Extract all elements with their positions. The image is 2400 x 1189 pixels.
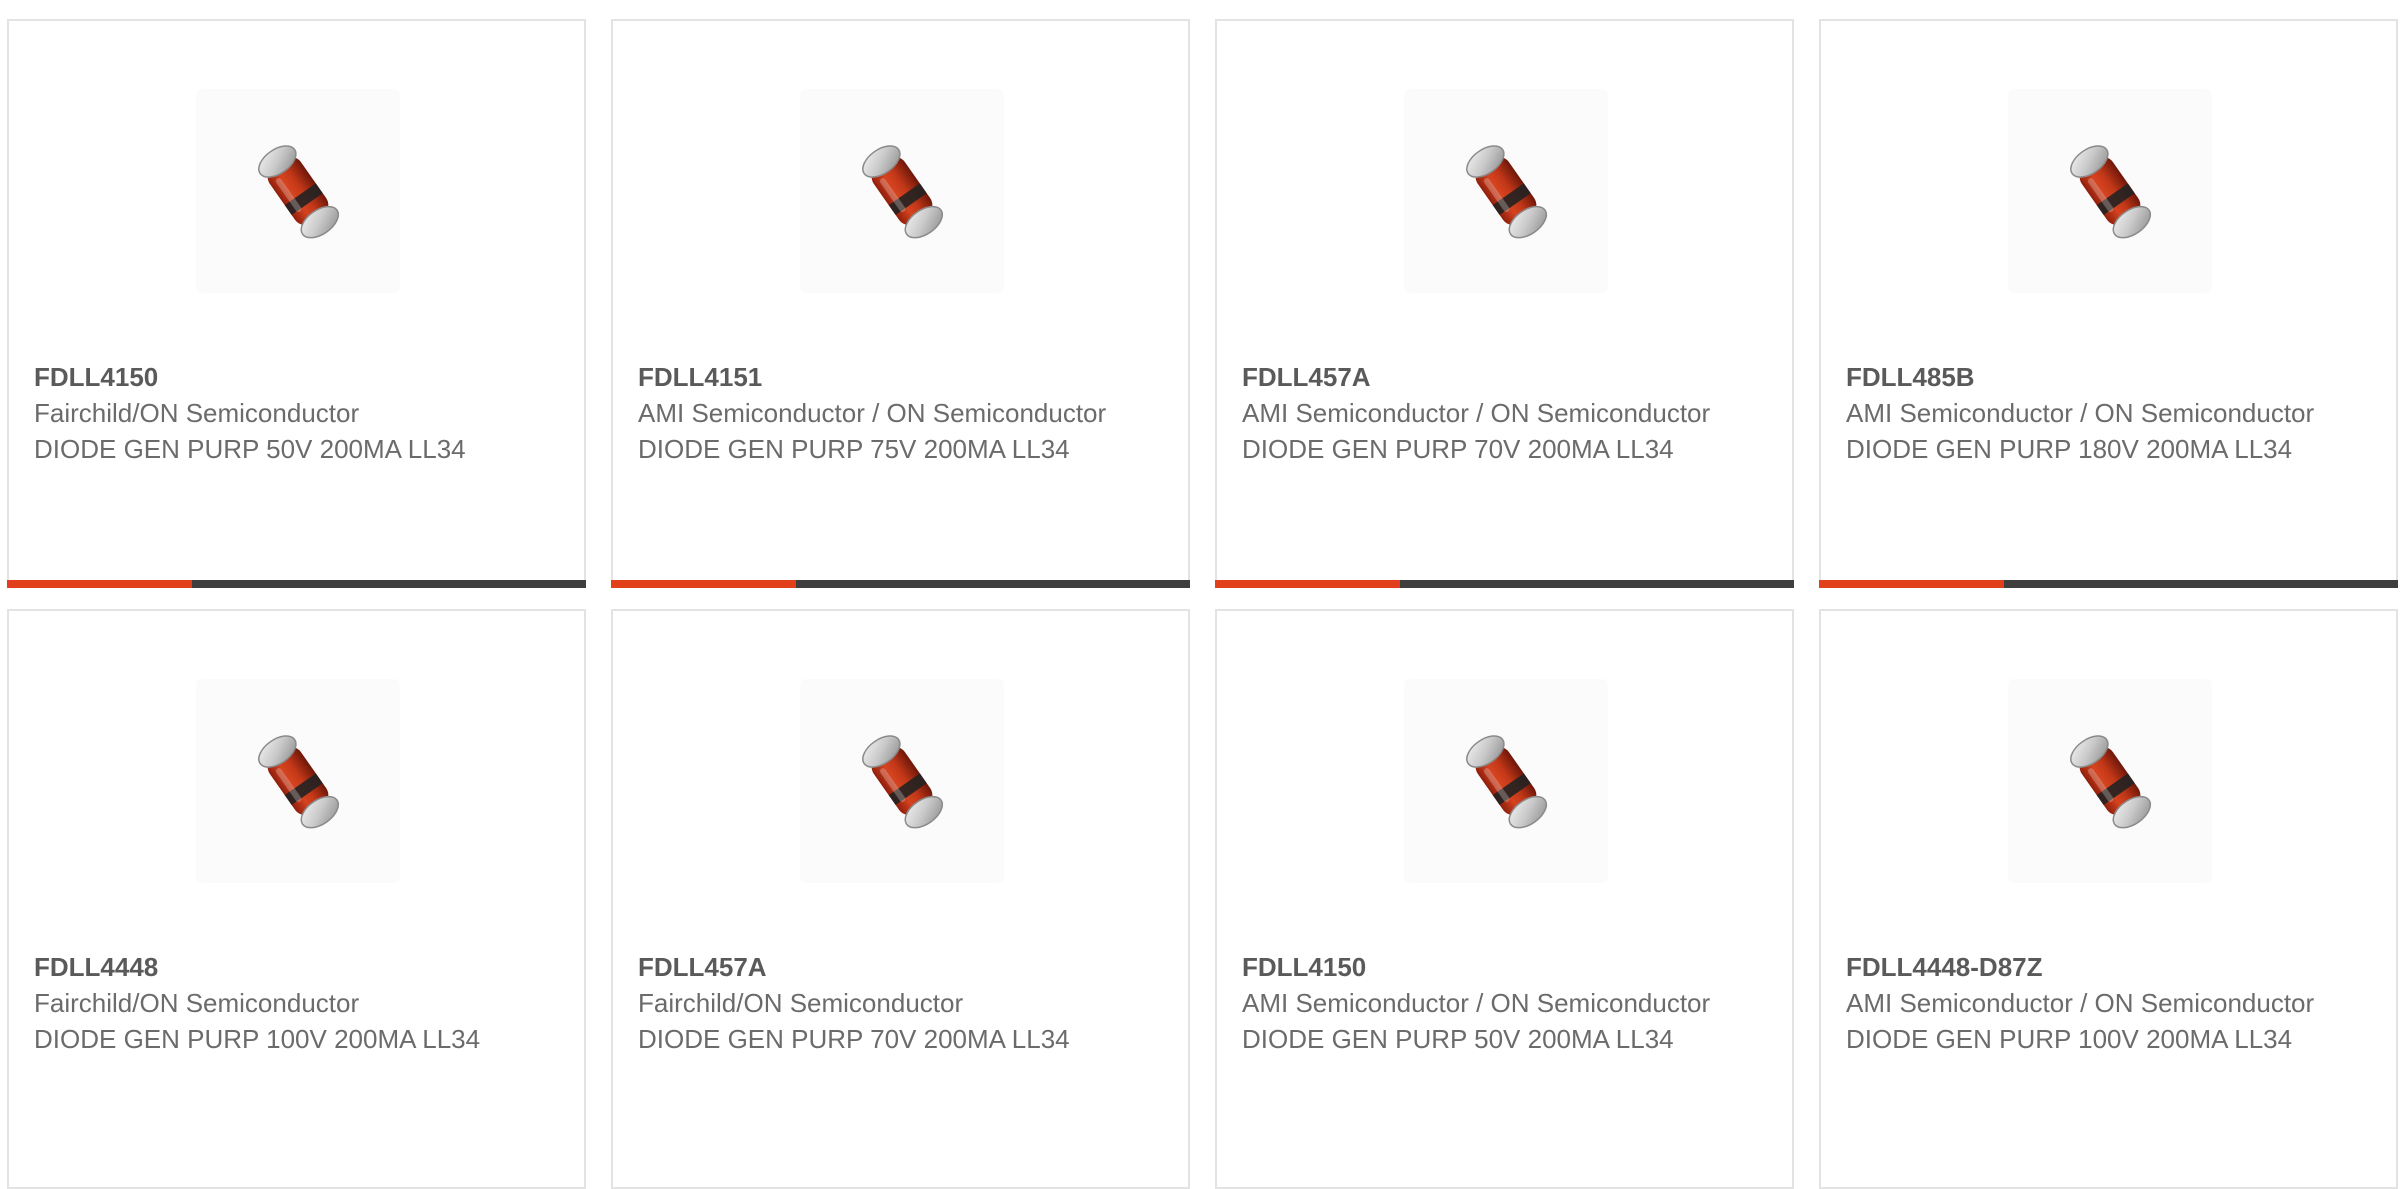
part-number[interactable]: FDLL4448-D87Z xyxy=(1846,952,2043,982)
description: DIODE GEN PURP 70V 200MA LL34 xyxy=(1242,434,1674,464)
product-card[interactable]: FDLL4448 Fairchild/ON Semiconductor DIOD… xyxy=(7,609,586,1189)
diode-ll34-icon[interactable] xyxy=(800,89,1004,293)
manufacturer: AMI Semiconductor / ON Semiconductor xyxy=(1846,988,2315,1018)
diode-ll34-icon[interactable] xyxy=(1404,89,1608,293)
manufacturer: Fairchild/ON Semiconductor xyxy=(34,988,360,1018)
manufacturer: AMI Semiconductor / ON Semiconductor xyxy=(1242,988,1711,1018)
diode-ll34-icon[interactable] xyxy=(800,679,1004,883)
description: DIODE GEN PURP 180V 200MA LL34 xyxy=(1846,434,2293,464)
part-number[interactable]: FDLL4150 xyxy=(34,362,158,392)
product-card[interactable]: FDLL457A AMI Semiconductor / ON Semicond… xyxy=(1215,19,1794,588)
product-info: FDLL4448-D87Z AMI Semiconductor / ON Sem… xyxy=(1846,949,2346,1057)
part-number[interactable]: FDLL4150 xyxy=(1242,952,1366,982)
description: DIODE GEN PURP 75V 200MA LL34 xyxy=(638,434,1070,464)
part-number[interactable]: FDLL457A xyxy=(638,952,767,982)
part-number[interactable]: FDLL485B xyxy=(1846,362,1975,392)
part-number[interactable]: FDLL4151 xyxy=(638,362,762,392)
product-info: FDLL457A Fairchild/ON Semiconductor DIOD… xyxy=(638,949,1138,1057)
product-info: FDLL4150 AMI Semiconductor / ON Semicond… xyxy=(1242,949,1742,1057)
manufacturer: Fairchild/ON Semiconductor xyxy=(34,398,360,428)
product-card[interactable]: FDLL4150 Fairchild/ON Semiconductor DIOD… xyxy=(7,19,586,588)
product-card[interactable]: FDLL4151 AMI Semiconductor / ON Semicond… xyxy=(611,19,1190,588)
progress-bar xyxy=(7,580,586,588)
progress-bar xyxy=(1215,580,1794,588)
product-card[interactable]: FDLL4448-D87Z AMI Semiconductor / ON Sem… xyxy=(1819,609,2398,1189)
manufacturer: AMI Semiconductor / ON Semiconductor xyxy=(1846,398,2315,428)
progress-fill xyxy=(1819,580,2005,588)
description: DIODE GEN PURP 100V 200MA LL34 xyxy=(34,1024,481,1054)
manufacturer: AMI Semiconductor / ON Semiconductor xyxy=(1242,398,1711,428)
product-info: FDLL4151 AMI Semiconductor / ON Semicond… xyxy=(638,359,1138,467)
product-card[interactable]: FDLL4150 AMI Semiconductor / ON Semicond… xyxy=(1215,609,1794,1189)
progress-fill xyxy=(611,580,797,588)
description: DIODE GEN PURP 70V 200MA LL34 xyxy=(638,1024,1070,1054)
part-number[interactable]: FDLL457A xyxy=(1242,362,1371,392)
diode-ll34-icon[interactable] xyxy=(2008,89,2212,293)
diode-ll34-icon[interactable] xyxy=(196,679,400,883)
part-number[interactable]: FDLL4448 xyxy=(34,952,158,982)
description: DIODE GEN PURP 100V 200MA LL34 xyxy=(1846,1024,2293,1054)
progress-fill xyxy=(1215,580,1401,588)
product-card[interactable]: FDLL457A Fairchild/ON Semiconductor DIOD… xyxy=(611,609,1190,1189)
product-info: FDLL4150 Fairchild/ON Semiconductor DIOD… xyxy=(34,359,534,467)
product-info: FDLL4448 Fairchild/ON Semiconductor DIOD… xyxy=(34,949,534,1057)
description: DIODE GEN PURP 50V 200MA LL34 xyxy=(1242,1024,1674,1054)
diode-ll34-icon[interactable] xyxy=(1404,679,1608,883)
diode-ll34-icon[interactable] xyxy=(2008,679,2212,883)
product-info: FDLL485B AMI Semiconductor / ON Semicond… xyxy=(1846,359,2346,467)
description: DIODE GEN PURP 50V 200MA LL34 xyxy=(34,434,466,464)
diode-ll34-icon[interactable] xyxy=(196,89,400,293)
manufacturer: Fairchild/ON Semiconductor xyxy=(638,988,964,1018)
product-card[interactable]: FDLL485B AMI Semiconductor / ON Semicond… xyxy=(1819,19,2398,588)
progress-bar xyxy=(1819,580,2398,588)
progress-bar xyxy=(611,580,1190,588)
product-info: FDLL457A AMI Semiconductor / ON Semicond… xyxy=(1242,359,1742,467)
manufacturer: AMI Semiconductor / ON Semiconductor xyxy=(638,398,1107,428)
progress-fill xyxy=(7,580,193,588)
